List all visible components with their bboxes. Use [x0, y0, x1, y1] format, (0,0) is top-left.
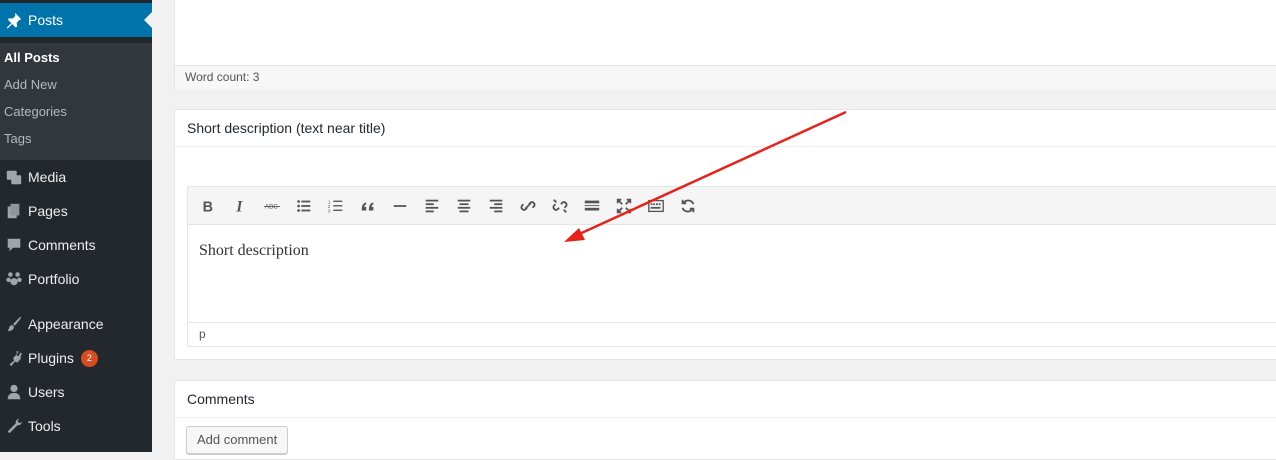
sidebar-item-label: Pages [28, 203, 68, 219]
unlink-icon[interactable] [549, 195, 571, 217]
sidebar-item-label: Media [28, 169, 67, 185]
toolbar-toggle-icon[interactable] [645, 195, 667, 217]
svg-text:3: 3 [328, 208, 331, 213]
sidebar-item-label: Comments [28, 237, 96, 253]
wrench-icon [0, 417, 28, 435]
fullscreen-icon[interactable] [613, 195, 635, 217]
bulleted-list-icon[interactable] [293, 195, 315, 217]
read-more-icon[interactable] [581, 195, 603, 217]
horizontal-line-icon[interactable] [389, 195, 411, 217]
align-center-icon[interactable] [453, 195, 475, 217]
panel-title: Short description (text near title) [187, 120, 386, 136]
sidebar-item-media[interactable]: Media [0, 160, 152, 194]
italic-icon[interactable]: I [229, 195, 251, 217]
plugin-icon [0, 349, 28, 367]
sidebar-item-plugins[interactable]: Plugins 2 [0, 341, 152, 375]
sidebar-item-label: Plugins [28, 350, 74, 366]
user-icon [0, 383, 28, 401]
content-editor-panel: Word count: 3 [174, 0, 1276, 90]
sidebar-item-tools[interactable]: Tools [0, 409, 152, 443]
link-icon[interactable] [517, 195, 539, 217]
short-description-panel: Short description (text near title) B I … [174, 109, 1276, 360]
panel-title: Comments [187, 391, 255, 407]
portfolio-icon [0, 270, 28, 288]
posts-submenu: All Posts Add New Categories Tags [0, 43, 152, 160]
sidebar-item-appearance[interactable]: Appearance [0, 307, 152, 341]
add-comment-button[interactable]: Add comment [186, 426, 289, 454]
comments-panel: Comments Add comment [174, 380, 1276, 460]
submenu-add-new[interactable]: Add New [4, 77, 57, 92]
sidebar-item-posts[interactable]: Posts [0, 3, 152, 37]
admin-sidebar: Posts All Posts Add New Categories Tags … [0, 0, 152, 452]
update-count-badge: 2 [80, 349, 98, 367]
refresh-icon[interactable] [677, 195, 699, 217]
sidebar-item-label: Users [28, 384, 65, 400]
svg-text:ABC: ABC [265, 204, 278, 211]
divider [175, 146, 1276, 147]
editor-content-area[interactable]: Short description [188, 225, 1276, 323]
sidebar-item-portfolio[interactable]: Portfolio [0, 262, 152, 296]
submenu-categories[interactable]: Categories [4, 104, 67, 119]
sidebar-item-label: Tools [28, 418, 61, 434]
strikethrough-icon[interactable]: ABC [261, 195, 283, 217]
submenu-tags[interactable]: Tags [4, 131, 31, 146]
pushpin-icon [0, 11, 28, 29]
editor-toolbar: B I ABC 123 [188, 187, 1276, 225]
svg-text:I: I [235, 198, 243, 215]
editor-path-bar: p [188, 322, 1276, 346]
blockquote-icon[interactable] [357, 195, 379, 217]
sidebar-item-comments[interactable]: Comments [0, 228, 152, 262]
align-left-icon[interactable] [421, 195, 443, 217]
pages-icon [0, 202, 28, 220]
sidebar-item-label: Posts [28, 12, 64, 28]
comment-bubble-icon [0, 236, 28, 254]
sidebar-item-pages[interactable]: Pages [0, 194, 152, 228]
sidebar-item-users[interactable]: Users [0, 375, 152, 409]
sidebar-item-label: Appearance [28, 316, 104, 332]
numbered-list-icon[interactable]: 123 [325, 195, 347, 217]
bold-icon[interactable]: B [197, 195, 219, 217]
divider [175, 417, 1276, 418]
sidebar-item-label: Portfolio [28, 271, 80, 287]
word-count: Word count: 3 [175, 65, 1276, 90]
svg-text:B: B [203, 199, 213, 215]
paintbrush-icon [0, 315, 28, 333]
editor-text: Short description [199, 242, 309, 259]
short-description-editor: B I ABC 123 Short description p [187, 186, 1276, 347]
submenu-all-posts[interactable]: All Posts [4, 50, 60, 65]
align-right-icon[interactable] [485, 195, 507, 217]
media-icon [0, 168, 28, 186]
